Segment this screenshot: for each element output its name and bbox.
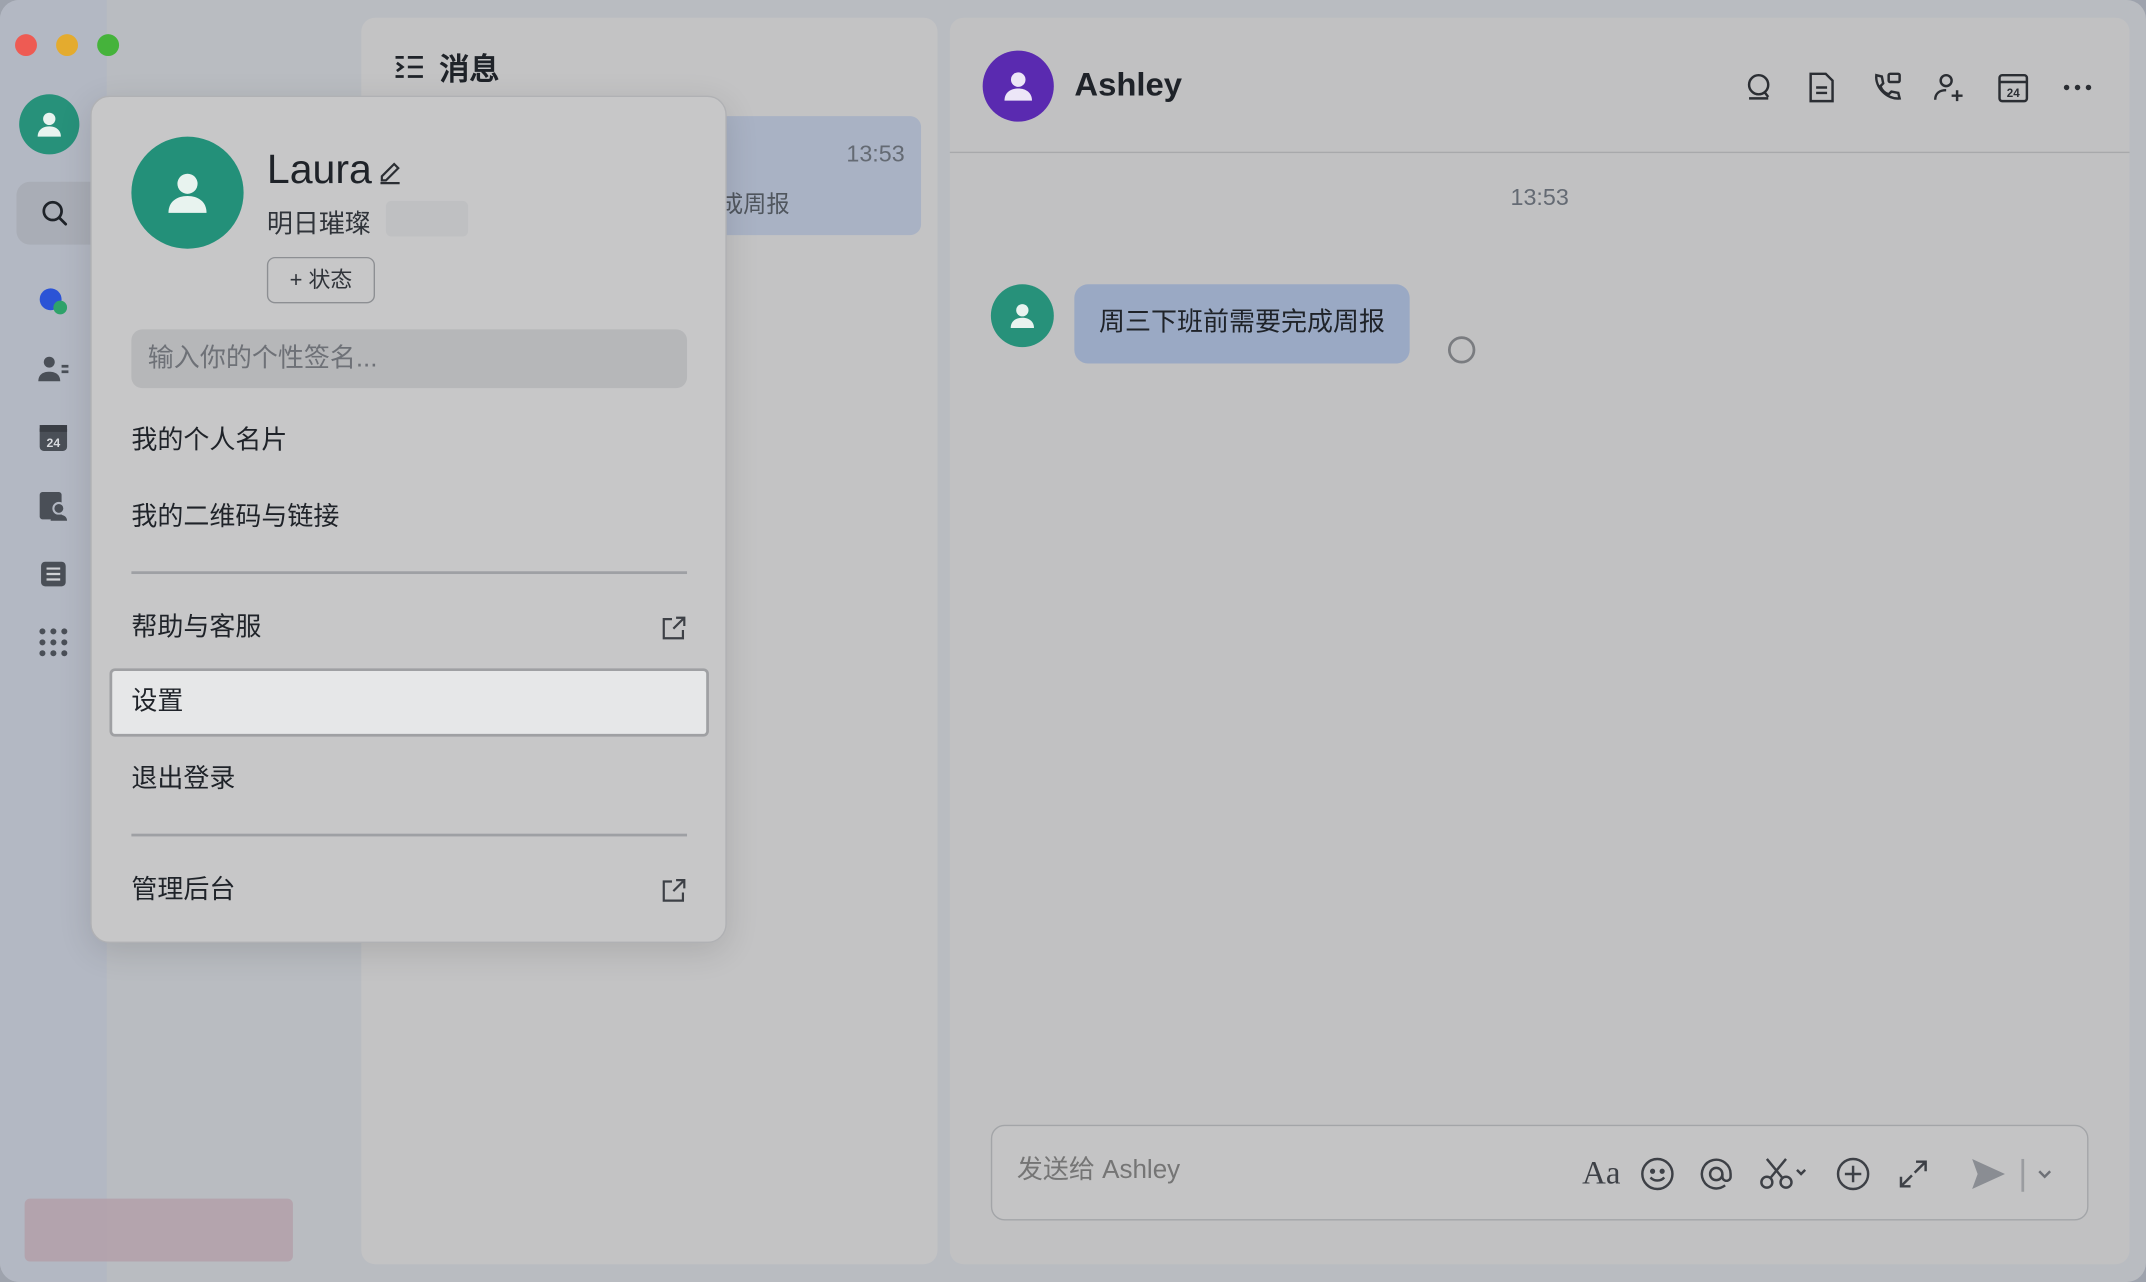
more-button[interactable]	[2060, 70, 2096, 106]
svg-text:24: 24	[2007, 87, 2020, 100]
emoji-button[interactable]	[1637, 1153, 1678, 1194]
menu-item-label: 帮助与客服	[131, 613, 262, 643]
message-timestamp: 13:53	[1510, 184, 1569, 211]
edit-pencil-icon[interactable]	[376, 157, 403, 185]
send-options-button[interactable]	[2031, 1153, 2058, 1194]
nav-contacts[interactable]	[30, 346, 77, 392]
add-button[interactable]	[1833, 1153, 1874, 1194]
collapse-menu-icon[interactable]	[394, 52, 424, 82]
nav-calendar[interactable]: 24	[30, 414, 77, 460]
nav-docs[interactable]	[30, 482, 77, 528]
call-button[interactable]	[1868, 70, 1904, 106]
add-status-button[interactable]: + 状态	[266, 256, 375, 304]
menu-item-admin[interactable]: 管理后台	[131, 860, 687, 923]
chevron-down-icon	[2038, 1170, 2052, 1179]
person-icon	[1010, 304, 1034, 329]
message-bubble[interactable]: 周三下班前需要完成周报	[1074, 284, 1410, 364]
close-window-button[interactable]	[15, 34, 37, 57]
minimize-window-button[interactable]	[56, 34, 79, 57]
mention-button[interactable]	[1696, 1153, 1737, 1194]
menu-item-help[interactable]: 帮助与客服	[131, 597, 687, 660]
search-chat-button[interactable]	[1741, 70, 1777, 106]
contact-avatar[interactable]	[982, 50, 1054, 122]
signature-input[interactable]	[131, 329, 688, 389]
menu-divider	[131, 833, 688, 836]
list-title: 消息	[439, 51, 500, 87]
profile-name: Laura	[266, 147, 372, 193]
expand-icon	[1899, 1160, 1927, 1188]
nav-messages[interactable]	[30, 277, 77, 323]
conversation-time: 13:53	[846, 140, 905, 167]
menu-item-qrcode[interactable]: 我的二维码与链接	[131, 487, 687, 550]
chat-header: Ashley 24	[949, 18, 2130, 154]
plus-circle-icon	[1836, 1157, 1870, 1191]
docs-button[interactable]	[1804, 70, 1840, 106]
contacts-icon	[38, 356, 69, 382]
menu-item-logout[interactable]: 退出登录	[131, 749, 687, 812]
at-icon	[1700, 1158, 1732, 1190]
menu-divider	[131, 571, 688, 574]
blurred-region	[24, 1198, 293, 1262]
send-divider	[2021, 1158, 2024, 1192]
document-icon	[1809, 72, 1834, 103]
message-input[interactable]	[1016, 1156, 1537, 1187]
nav-apps[interactable]	[30, 619, 77, 665]
chat-bubble-icon	[39, 288, 68, 315]
calendar-icon: 24	[1998, 73, 2029, 103]
person-icon	[1004, 72, 1032, 101]
read-status-icon	[1447, 336, 1476, 364]
grid-icon	[39, 628, 68, 657]
calendar-icon: 24	[39, 425, 68, 452]
format-text-icon: Aa	[1582, 1155, 1621, 1192]
menu-item-personal-card[interactable]: 我的个人名片	[131, 410, 687, 473]
blurred-region	[385, 200, 469, 237]
external-link-icon	[662, 616, 686, 640]
add-person-icon	[1933, 73, 1963, 102]
profile-organization: 明日璀璨	[266, 210, 371, 240]
menu-item-settings[interactable]: 设置	[109, 668, 709, 737]
phone-icon	[1875, 72, 1902, 100]
message-composer: Aa	[990, 1124, 2089, 1221]
profile-avatar[interactable]	[131, 136, 244, 249]
calendar-button[interactable]: 24	[1995, 70, 2031, 106]
external-link-icon	[662, 879, 686, 902]
contact-name[interactable]: Ashley	[1074, 67, 1182, 105]
search-icon	[42, 200, 68, 226]
search-chat-icon	[1747, 73, 1770, 100]
svg-text:24: 24	[47, 436, 61, 450]
more-icon	[2063, 84, 2092, 91]
user-avatar[interactable]	[19, 94, 80, 155]
conversation-preview: 成周报	[719, 191, 790, 218]
format-button[interactable]: Aa	[1578, 1153, 1625, 1194]
scissors-icon	[1760, 1158, 1807, 1189]
person-icon	[37, 112, 61, 137]
maximize-window-button[interactable]	[97, 34, 120, 57]
send-button[interactable]	[1968, 1153, 2009, 1194]
sender-avatar[interactable]	[990, 284, 1054, 348]
person-icon	[168, 173, 207, 213]
menu-item-label: 管理后台	[131, 876, 236, 905]
list-icon	[41, 561, 66, 587]
nav-tasks[interactable]	[30, 551, 77, 597]
add-member-button[interactable]	[1931, 70, 1967, 106]
document-person-icon	[39, 492, 68, 521]
profile-popup: Laura 明日璀璨 + 状态 我的个人名片 我的二维码与链接 帮助与客服 设置…	[90, 95, 727, 944]
expand-button[interactable]	[1893, 1153, 1934, 1194]
send-icon	[1972, 1158, 2005, 1190]
emoji-icon	[1641, 1157, 1674, 1191]
chat-panel: Ashley 24 13:53 周三下班前需要完成周报 发送给 Ashley A…	[949, 17, 2130, 1265]
app-window: 24 消息 13:53 成周报 Ashley 24 13:53 周三下班前需要完…	[0, 0, 2146, 1282]
screenshot-button[interactable]	[1757, 1153, 1812, 1194]
